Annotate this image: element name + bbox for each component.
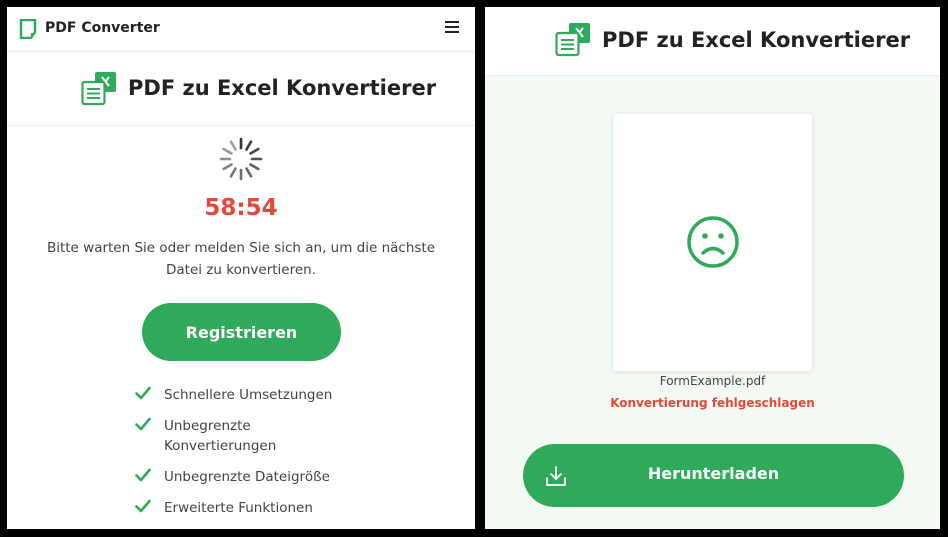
file-name: FormExample.pdf	[659, 374, 766, 388]
file-preview-card	[613, 114, 812, 371]
converter-panel-waiting: PDF Converter PDF zu Excel Konvertierer	[7, 7, 475, 529]
checkmark-icon	[135, 499, 151, 513]
feature-label: Unbegrenzte Konvertierungen	[164, 418, 277, 454]
feature-label: Unbegrenzte Dateigröße	[164, 469, 330, 485]
download-label: Herunterladen	[647, 464, 780, 483]
hamburger-icon[interactable]	[445, 21, 459, 33]
feature-label: Schnellere Umsetzungen	[164, 387, 333, 403]
register-button[interactable]: Registrieren	[142, 303, 341, 361]
page-title: PDF zu Excel Konvertierer	[128, 76, 437, 100]
download-button[interactable]: Herunterladen	[523, 444, 904, 507]
feature-item: Unbegrenzte Konvertierungen	[135, 416, 294, 456]
converter-panel-failed: PDF zu Excel Konvertierer FormExample.pd…	[485, 7, 940, 529]
excel-converter-icon	[81, 72, 116, 106]
feature-item: Erweiterte Funktionen	[135, 498, 455, 518]
feature-list: Schnellere Umsetzungen Unbegrenzte Konve…	[135, 385, 455, 529]
wait-message: Bitte warten Sie oder melden Sie sich an…	[46, 240, 436, 278]
top-navbar: PDF Converter	[7, 7, 475, 52]
sad-face-icon	[687, 216, 739, 268]
checkmark-icon	[135, 417, 151, 431]
brand-name[interactable]: PDF Converter	[45, 20, 160, 36]
page-title: PDF zu Excel Konvertierer	[602, 28, 911, 52]
feature-label: Erweiterte Funktionen	[164, 500, 313, 516]
loading-spinner-icon	[219, 137, 263, 181]
countdown-timer: 58:54	[204, 195, 278, 221]
feature-item: Schnellere Umsetzungen	[135, 385, 455, 405]
checkmark-icon	[135, 468, 151, 482]
tool-header: PDF zu Excel Konvertierer	[7, 52, 475, 126]
feature-item: Unbegrenzte Dateigröße	[135, 467, 455, 487]
excel-converter-icon	[555, 23, 590, 57]
tool-header: PDF zu Excel Konvertierer	[485, 7, 940, 76]
checkmark-icon	[135, 386, 151, 400]
pdf-converter-logo-icon[interactable]	[19, 19, 37, 39]
conversion-status: Konvertierung fehlgeschlagen	[610, 396, 815, 410]
